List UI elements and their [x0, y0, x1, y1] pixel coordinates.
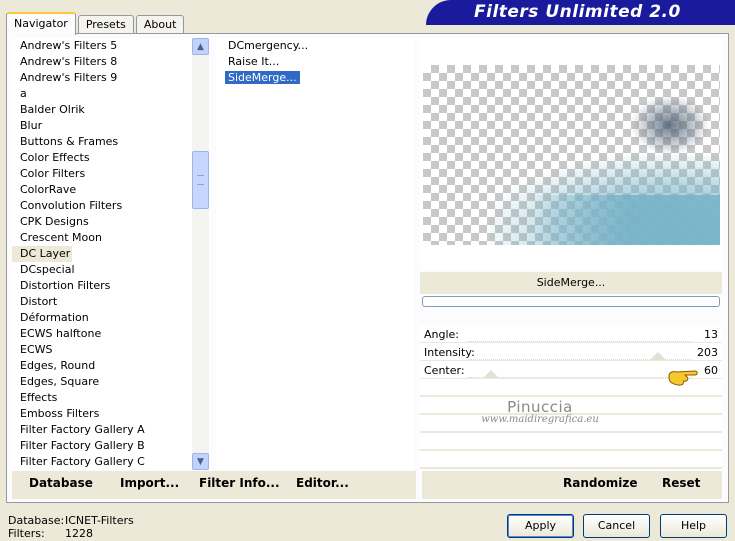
category-item[interactable]: Andrew's Filters 5: [12, 38, 210, 54]
slider-track[interactable]: [468, 377, 692, 378]
progress-bar: [422, 296, 720, 307]
slider-thumb[interactable]: [483, 370, 499, 378]
category-item[interactable]: Convolution Filters: [12, 198, 210, 214]
status-info: Database:ICNET-Filters Filters: 1228: [8, 514, 134, 540]
filter-item-label: Raise It...: [228, 55, 280, 68]
param-label: Intensity:: [424, 346, 475, 359]
title-banner: Filters Unlimited 2.0: [426, 0, 735, 25]
randomize-button[interactable]: Randomize: [563, 476, 637, 490]
reset-button[interactable]: Reset: [662, 476, 700, 490]
database-button[interactable]: Database: [29, 476, 93, 490]
filter-item-label: SideMerge...: [225, 71, 300, 84]
tab-presets[interactable]: Presets: [77, 15, 134, 34]
param-value: 203: [697, 346, 718, 359]
category-item[interactable]: Distortion Filters: [12, 278, 210, 294]
category-item[interactable]: Buttons & Frames: [12, 134, 210, 150]
selected-filter-name: SideMerge...: [420, 272, 722, 294]
empty-param-row: [420, 433, 722, 451]
category-item[interactable]: Balder Olrik: [12, 102, 210, 118]
category-item[interactable]: a: [12, 86, 210, 102]
param-label: Center:: [424, 364, 465, 377]
slider-thumb[interactable]: [650, 352, 666, 360]
param-intensity[interactable]: Intensity: 203: [420, 343, 722, 361]
banner-title: Filters Unlimited 2.0: [474, 2, 681, 22]
parameter-panel: Angle: 13 Intensity: 203 Center: 60: [420, 325, 722, 469]
cancel-button[interactable]: Cancel: [583, 514, 650, 538]
tab-about[interactable]: About: [135, 15, 185, 34]
category-item[interactable]: Distort: [12, 294, 210, 310]
empty-param-row: [420, 451, 722, 469]
category-item[interactable]: Crescent Moon: [12, 230, 210, 246]
category-item[interactable]: Andrew's Filters 8: [12, 54, 210, 70]
category-list[interactable]: Andrew's Filters 5 Andrew's Filters 8 Andr…: [12, 38, 210, 470]
scroll-up-button[interactable]: ▲: [192, 38, 209, 55]
preview-image: [423, 65, 720, 245]
category-item[interactable]: Edges, Square: [12, 374, 210, 390]
category-item[interactable]: CPK Designs: [12, 214, 210, 230]
watermark-url: www.maidiregrafica.eu: [481, 414, 599, 425]
scroll-thumb[interactable]: [192, 151, 209, 209]
category-item[interactable]: Déformation: [12, 310, 210, 326]
action-bar: Database Import... Filter Info... Editor…: [6, 471, 729, 501]
tab-bar: Navigator Presets About: [6, 10, 186, 35]
category-item[interactable]: Filter Factory Gallery A: [12, 422, 210, 438]
filter-list[interactable]: DCmergency... Raise It... SideMerge...: [216, 38, 414, 470]
param-value: 13: [704, 328, 718, 341]
database-value: ICNET-Filters: [65, 514, 134, 527]
editor-button[interactable]: Editor...: [296, 476, 349, 490]
database-label: Database:: [8, 514, 65, 527]
category-item[interactable]: Color Filters: [12, 166, 210, 182]
left-action-bar: Database Import... Filter Info... Editor…: [12, 471, 416, 499]
import-button[interactable]: Import...: [120, 476, 179, 490]
category-item[interactable]: DCspecial: [12, 262, 210, 278]
pointing-hand-icon: [668, 370, 698, 386]
category-item[interactable]: DC Layer: [12, 246, 72, 262]
scroll-down-button[interactable]: ▼: [192, 453, 209, 470]
filter-item-label: DCmergency...: [228, 39, 309, 52]
tab-navigator[interactable]: Navigator: [6, 12, 76, 35]
right-action-bar: Randomize Reset: [422, 471, 722, 499]
category-item[interactable]: Andrew's Filters 9: [12, 70, 210, 86]
category-item[interactable]: Filter Factory Gallery C: [12, 454, 210, 470]
category-item[interactable]: ECWS halftone: [12, 326, 210, 342]
filter-item[interactable]: Raise It...: [216, 54, 414, 70]
category-item[interactable]: Blur: [12, 118, 210, 134]
category-item[interactable]: Color Effects: [12, 150, 210, 166]
filter-item[interactable]: DCmergency...: [216, 38, 414, 54]
param-angle[interactable]: Angle: 13: [420, 325, 722, 343]
param-label: Angle:: [424, 328, 460, 341]
filters-value: 1228: [65, 527, 93, 540]
watermark: Pinuccia www.maidiregrafica.eu: [420, 398, 660, 425]
apply-button[interactable]: Apply: [507, 514, 574, 538]
filters-label: Filters:: [8, 527, 45, 540]
category-scrollbar[interactable]: ▲ ▼: [192, 38, 209, 470]
slider-track[interactable]: [468, 341, 692, 342]
category-item[interactable]: ColorRave: [12, 182, 210, 198]
filter-info-button[interactable]: Filter Info...: [199, 476, 280, 490]
category-item[interactable]: Filter Factory Gallery B: [12, 438, 210, 454]
category-item[interactable]: Edges, Round: [12, 358, 210, 374]
param-value: 60: [704, 364, 718, 377]
help-button[interactable]: Help: [660, 514, 727, 538]
category-item[interactable]: ECWS: [12, 342, 210, 358]
filter-item[interactable]: SideMerge...: [216, 70, 414, 86]
category-item[interactable]: Effects: [12, 390, 210, 406]
category-item[interactable]: Emboss Filters: [12, 406, 210, 422]
